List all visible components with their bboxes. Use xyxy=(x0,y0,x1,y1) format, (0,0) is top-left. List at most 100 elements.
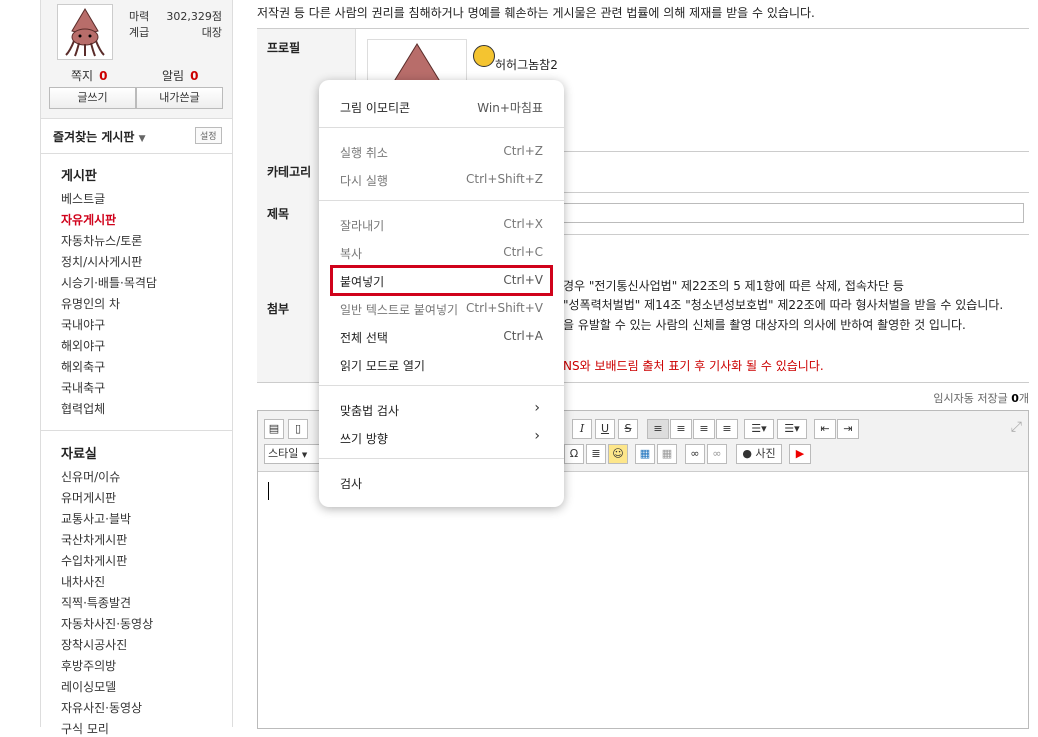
sidebar-item[interactable]: 유명인의 차 xyxy=(61,295,120,312)
youtube-icon[interactable]: ▶ xyxy=(789,444,811,464)
context-menu-item[interactable]: 전체 선택 Ctrl+A xyxy=(319,325,564,349)
sidebar-item[interactable]: 구식 모리 xyxy=(61,720,109,737)
menu-separator xyxy=(319,200,564,201)
line-height-icon[interactable]: ≣ xyxy=(586,444,606,464)
ordered-list-icon[interactable]: ☰▾ xyxy=(744,419,774,439)
new-document-icon[interactable]: ▯ xyxy=(288,419,308,439)
context-menu-item[interactable]: 복사 Ctrl+C xyxy=(319,241,564,265)
attach-label: 첨부 xyxy=(267,302,290,316)
squid-avatar-icon xyxy=(65,8,105,57)
sidebar-item[interactable]: 신유머/이슈 xyxy=(61,468,120,485)
sidebar-item[interactable]: 해외야구 xyxy=(61,337,105,354)
paste-highlight-box xyxy=(330,265,553,296)
sidebar: 마력 302,329점 계급 대장 쪽지 0 알림 0 글쓰기 내가쓴글 즐겨찾는 … xyxy=(40,0,233,736)
user-badge-icon xyxy=(473,45,495,67)
context-menu-shortcut: Ctrl+Shift+V xyxy=(466,301,543,315)
context-menu-item[interactable]: 쓰기 방향 › xyxy=(319,426,564,450)
align-left-icon[interactable]: ≡ xyxy=(647,419,669,439)
attach-notice-red: NS와 보배드림 출처 표기 후 기사화 될 수 있습니다. xyxy=(563,359,824,373)
text-cursor xyxy=(268,482,269,500)
temp-save-link[interactable]: 임시자동 저장글 0개 xyxy=(933,390,1029,406)
sidebar-item[interactable]: 자동차뉴스/토론 xyxy=(61,232,142,249)
favorites-settings-button[interactable]: 설정 xyxy=(195,127,222,144)
align-justify-icon[interactable]: ≡ xyxy=(716,419,738,439)
context-menu-shortcut: Ctrl+Z xyxy=(503,144,543,158)
sidebar-item[interactable]: 교통사고·블박 xyxy=(61,510,131,527)
favorites-toggle[interactable]: 즐겨찾는 게시판 ▼ xyxy=(53,128,146,145)
caret-down-icon: ▼ xyxy=(138,134,146,144)
sidebar-item[interactable]: 직찍·특종발견 xyxy=(61,594,131,611)
outdent-icon[interactable]: ⇤ xyxy=(814,419,836,439)
favorites-label: 즐겨찾는 게시판 xyxy=(53,130,135,144)
sidebar-item[interactable]: 자유사진·동영상 xyxy=(61,699,142,716)
title-input[interactable] xyxy=(562,203,1024,223)
sidebar-item[interactable]: 레이싱모델 xyxy=(61,678,116,695)
squid-profile-icon xyxy=(394,43,440,80)
sidebar-item[interactable]: 시승기·배틀·목격담 xyxy=(61,274,157,291)
style-select[interactable]: 스타일 ▼ xyxy=(264,444,321,464)
alarm-link[interactable]: 알림 0 xyxy=(162,67,198,84)
photo-button[interactable]: ● 사진 xyxy=(736,444,782,464)
expand-icon[interactable]: ⤢ xyxy=(1011,419,1022,435)
link-icon[interactable]: ∞ xyxy=(685,444,705,464)
context-menu-item-label: 검사 xyxy=(340,477,363,491)
title-label: 제목 xyxy=(267,207,290,221)
context-menu-shortcut: Ctrl+X xyxy=(503,217,543,231)
power-value: 302,329점 xyxy=(166,10,222,23)
align-right-icon[interactable]: ≡ xyxy=(693,419,715,439)
align-center-icon[interactable]: ≡ xyxy=(670,419,692,439)
context-menu-item[interactable]: 일반 텍스트로 붙여넣기 Ctrl+Shift+V xyxy=(319,297,564,321)
sidebar-item[interactable]: 베스트글 xyxy=(61,190,105,207)
alarm-count: 0 xyxy=(190,69,199,83)
message-link[interactable]: 쪽지 0 xyxy=(71,67,107,84)
alarm-label: 알림 xyxy=(162,69,185,83)
context-menu-item[interactable]: 다시 실행 Ctrl+Shift+Z xyxy=(319,168,564,192)
sidebar-item[interactable]: 유머게시판 xyxy=(61,489,116,506)
context-menu-item[interactable]: 검사 xyxy=(319,471,564,495)
profile-buttons: 글쓰기 내가쓴글 xyxy=(49,87,223,109)
context-menu-item[interactable]: 잘라내기 Ctrl+X xyxy=(319,213,564,237)
temp-save-unit: 개 xyxy=(1018,392,1029,405)
sidebar-item[interactable]: 국내축구 xyxy=(61,379,105,396)
unlink-icon[interactable]: ∞ xyxy=(707,444,727,464)
context-menu-item-label: 맞춤법 검사 xyxy=(340,404,400,418)
unordered-list-icon[interactable]: ☰▾ xyxy=(777,419,807,439)
rank-value: 대장 xyxy=(201,26,222,39)
context-menu-item[interactable]: 읽기 모드로 열기 xyxy=(319,353,564,377)
sidebar-item[interactable]: 자유게시판 xyxy=(61,211,116,228)
avatar[interactable] xyxy=(57,4,113,60)
sidebar-item[interactable]: 자동차사진·동영상 xyxy=(61,615,153,632)
template-icon[interactable]: ▦ xyxy=(657,444,677,464)
sidebar-item[interactable]: 국내야구 xyxy=(61,316,105,333)
emoticon-icon[interactable]: ☺ xyxy=(608,444,628,464)
sidebar-item[interactable]: 수입차게시판 xyxy=(61,552,127,569)
my-posts-button[interactable]: 내가쓴글 xyxy=(136,87,223,109)
sidebar-item[interactable]: 후방주의방 xyxy=(61,657,116,674)
attach-notice-line-2: "성폭력처벌법" 제14조 "청소년성보호법" 제22조에 따라 형사처벌을 받… xyxy=(563,298,1004,312)
context-menu-item-label: 그림 이모티콘 xyxy=(340,101,411,115)
special-char-icon[interactable]: Ω xyxy=(564,444,584,464)
favorites-bar: 즐겨찾는 게시판 ▼ 설정 xyxy=(41,118,232,154)
table-icon[interactable]: ▦ xyxy=(635,444,655,464)
sidebar-item[interactable]: 국산차게시판 xyxy=(61,531,127,548)
indent-icon[interactable]: ⇥ xyxy=(837,419,859,439)
sidebar-item[interactable]: 해외축구 xyxy=(61,358,105,375)
menu-separator xyxy=(319,127,564,128)
sidebar-item[interactable]: 내차사진 xyxy=(61,573,105,590)
context-menu-item[interactable]: 그림 이모티콘 Win+마침표 xyxy=(319,95,564,119)
strikethrough-icon[interactable]: S xyxy=(618,419,638,439)
underline-icon[interactable]: U xyxy=(595,419,615,439)
chevron-right-icon: › xyxy=(534,428,540,444)
write-button[interactable]: 글쓰기 xyxy=(49,87,136,109)
context-menu-item-label: 일반 텍스트로 붙여넣기 xyxy=(340,303,459,317)
context-menu-item[interactable]: 맞춤법 검사 › xyxy=(319,398,564,422)
italic-icon[interactable]: I xyxy=(572,419,592,439)
sidebar-item[interactable]: 장착시공사진 xyxy=(61,636,127,653)
board-title: 게시판 xyxy=(61,169,97,184)
context-menu-item[interactable]: 실행 취소 Ctrl+Z xyxy=(319,140,564,164)
sidebar-item[interactable]: 정치/시사게시판 xyxy=(61,253,142,270)
context-menu-item-label: 다시 실행 xyxy=(340,174,388,188)
message-count: 0 xyxy=(99,69,108,83)
print-icon[interactable]: ▤ xyxy=(264,419,284,439)
sidebar-item[interactable]: 협력업체 xyxy=(61,400,105,417)
